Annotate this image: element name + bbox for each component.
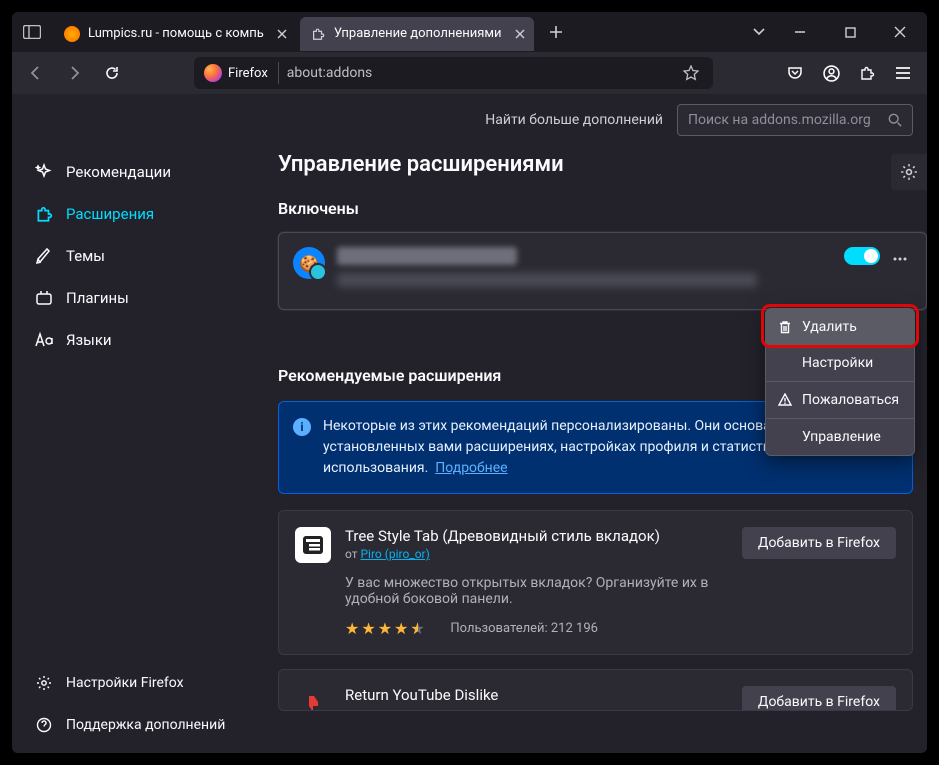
more-options-button[interactable] xyxy=(888,247,912,271)
language-icon xyxy=(34,331,54,349)
add-to-firefox-button[interactable]: Добавить в Firefox xyxy=(742,686,896,711)
sidebar-item-label: Настройки Firefox xyxy=(66,675,184,691)
info-icon: i xyxy=(293,418,311,436)
recommended-card-return-youtube-dislike: Return YouTube Dislike Добавить в Firefo… xyxy=(278,669,913,711)
bookmark-star-icon[interactable] xyxy=(677,65,705,81)
tab-addons[interactable]: Управление дополнениями xyxy=(300,17,534,51)
menu-item-remove[interactable]: Удалить xyxy=(766,309,914,345)
sidebar-item-addons-support[interactable]: Поддержка дополнений xyxy=(24,705,252,745)
sparkle-icon xyxy=(34,163,54,181)
sidebar-item-label: Рекомендации xyxy=(66,163,171,181)
enabled-section-title: Включены xyxy=(278,199,927,218)
author-link[interactable]: Piro (piro_or) xyxy=(360,547,429,561)
sidebar-item-themes[interactable]: Темы xyxy=(24,236,252,276)
addons-settings-button[interactable] xyxy=(891,154,927,190)
categories-sidebar: Рекомендации Расширения Темы Плагины xyxy=(12,146,264,753)
add-to-firefox-button[interactable]: Добавить в Firefox xyxy=(742,527,896,559)
menu-item-settings[interactable]: Настройки xyxy=(766,345,914,381)
brush-icon xyxy=(34,247,54,265)
find-addons-label: Найти больше дополнений xyxy=(485,112,663,128)
search-placeholder: Поиск на addons.mozilla.org xyxy=(688,112,888,128)
close-icon[interactable] xyxy=(510,24,530,44)
tab-label: Lumpics.ru - помощь с компь xyxy=(88,26,264,41)
recommended-title: Return YouTube Dislike xyxy=(345,686,728,704)
extension-name-blurred xyxy=(337,247,517,265)
menu-item-report[interactable]: Пожаловаться xyxy=(766,382,914,418)
find-addons-bar: Найти больше дополнений Поиск на addons.… xyxy=(12,94,927,146)
app-menu-icon[interactable] xyxy=(887,57,919,89)
forward-button[interactable] xyxy=(58,57,90,89)
firefox-logo-icon xyxy=(204,64,222,82)
plug-icon xyxy=(34,289,54,307)
warning-icon xyxy=(778,393,792,407)
puzzle-icon xyxy=(310,26,326,42)
addons-search-input[interactable]: Поиск на addons.mozilla.org xyxy=(677,104,913,136)
titlebar: Lumpics.ru - помощь с компь Управление д… xyxy=(12,12,927,52)
sidebar-item-recommendations[interactable]: Рекомендации xyxy=(24,152,252,192)
browser-window: Lumpics.ru - помощь с компь Управление д… xyxy=(12,12,927,753)
extension-desc-blurred xyxy=(337,273,757,287)
sidebar-item-label: Расширения xyxy=(66,205,154,223)
search-icon xyxy=(888,113,902,127)
new-tab-button[interactable] xyxy=(540,16,572,48)
tab-strip: Lumpics.ru - помощь с компь Управление д… xyxy=(52,12,741,52)
window-controls xyxy=(777,12,927,52)
enable-toggle[interactable] xyxy=(844,247,880,265)
tab-overflow-icon[interactable] xyxy=(741,28,777,36)
sidebar-item-languages[interactable]: Языки xyxy=(24,320,252,360)
help-icon xyxy=(34,717,54,733)
tab-lumpics[interactable]: Lumpics.ru - помощь с компь xyxy=(54,17,296,51)
account-icon[interactable] xyxy=(815,57,847,89)
maximize-button[interactable] xyxy=(827,12,873,52)
back-button[interactable] xyxy=(20,57,52,89)
identity-label: Firefox xyxy=(228,66,268,81)
identity-box[interactable]: Firefox xyxy=(202,62,279,84)
rating-stars: ★★★★★★ xyxy=(345,619,426,638)
extension-context-menu: Удалить Настройки Пожаловаться Управлени… xyxy=(765,308,915,456)
favicon-lumpics xyxy=(64,26,80,42)
extension-card[interactable]: 🍪 xyxy=(278,232,927,310)
toolbar-icons xyxy=(779,57,919,89)
recommended-title: Tree Style Tab (Древовидный стиль вкладо… xyxy=(345,527,728,545)
page-title: Управление расширениями xyxy=(278,152,927,177)
trash-icon xyxy=(778,320,792,334)
tab-label: Управление дополнениями xyxy=(334,26,502,41)
recommended-author: от Piro (piro_or) xyxy=(345,547,728,561)
sidebar-item-firefox-settings[interactable]: Настройки Firefox xyxy=(24,663,252,703)
sidebar-item-plugins[interactable]: Плагины xyxy=(24,278,252,318)
close-icon[interactable] xyxy=(272,24,292,44)
menu-item-manage[interactable]: Управление xyxy=(766,419,914,455)
extension-body xyxy=(337,247,832,295)
return-youtube-dislike-icon xyxy=(295,686,331,711)
sidebar-item-extensions[interactable]: Расширения xyxy=(24,194,252,234)
close-button[interactable] xyxy=(877,12,923,52)
sidebar-toggle-icon[interactable] xyxy=(12,12,52,52)
pocket-icon[interactable] xyxy=(779,57,811,89)
puzzle-icon xyxy=(34,205,54,223)
nav-toolbar: Firefox about:addons xyxy=(12,52,927,94)
extensions-icon[interactable] xyxy=(851,57,883,89)
sidebar-item-label: Поддержка дополнений xyxy=(66,717,225,733)
minimize-button[interactable] xyxy=(777,12,823,52)
extension-icon: 🍪 xyxy=(293,247,325,279)
sidebar-item-label: Темы xyxy=(66,247,105,265)
recommended-desc: У вас множество открытых вкладок? Органи… xyxy=(345,575,728,607)
tree-style-tab-icon xyxy=(295,527,331,563)
sidebar-item-label: Языки xyxy=(66,331,112,349)
url-bar[interactable]: Firefox about:addons xyxy=(194,57,713,89)
users-count: Пользователей: 212 196 xyxy=(450,621,598,636)
reload-button[interactable] xyxy=(96,57,128,89)
learn-more-link[interactable]: Подробнее xyxy=(435,460,507,476)
url-text: about:addons xyxy=(287,65,677,81)
recommended-card-tree-style-tab: Tree Style Tab (Древовидный стиль вкладо… xyxy=(278,510,913,655)
gear-icon xyxy=(34,675,54,691)
sidebar-item-label: Плагины xyxy=(66,289,129,307)
